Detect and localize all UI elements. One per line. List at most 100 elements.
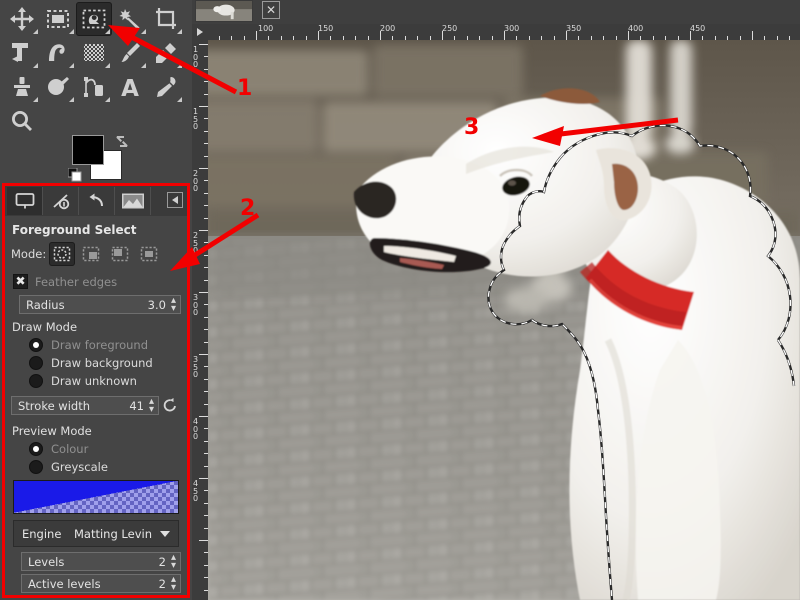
draw-background-label: Draw background [51, 356, 153, 370]
foreground-color-swatch[interactable] [72, 135, 104, 165]
paths-tool[interactable] [76, 70, 112, 104]
preview-colour-radio[interactable] [29, 442, 43, 456]
color-picker-tool[interactable] [148, 70, 184, 104]
color-area [0, 128, 192, 186]
tool-triangle-icon [177, 97, 182, 102]
mode-add-button[interactable] [78, 242, 104, 266]
annotation-number-1: 1 [237, 76, 252, 101]
vertical-ruler[interactable]: 100150200250300350400450 [192, 40, 208, 600]
preview-mode-label: Preview Mode [12, 424, 181, 438]
left-dock: A [0, 0, 192, 600]
tool-triangle-icon [33, 63, 38, 68]
svg-text:A: A [121, 76, 139, 100]
tool-triangle-icon [141, 29, 146, 34]
draw-unknown-label: Draw unknown [51, 374, 137, 388]
draw-foreground-option[interactable]: Draw foreground [29, 338, 181, 352]
draw-foreground-radio[interactable] [29, 338, 43, 352]
draw-mode-label: Draw Mode [12, 320, 181, 334]
stroke-width-stepper-icon[interactable]: ▴▾ [149, 398, 156, 414]
text-tool[interactable]: A [112, 70, 148, 104]
image-tab-bar: ✕ [192, 0, 800, 24]
engine-label: Engine [22, 527, 74, 541]
tool-options-panel: Foreground Select Mode: [2, 183, 190, 598]
draw-background-radio[interactable] [29, 356, 43, 370]
tool-triangle-icon [69, 63, 74, 68]
draw-unknown-radio[interactable] [29, 374, 43, 388]
levels-spinner[interactable]: Levels 2 ▴▾ [21, 552, 181, 571]
active-levels-label: Active levels [28, 577, 159, 591]
preview-greyscale-radio[interactable] [29, 460, 43, 474]
active-levels-stepper-icon[interactable]: ▴▾ [171, 576, 178, 592]
preview-colour-option[interactable]: Colour [29, 442, 181, 456]
image-thumbnail-tab[interactable] [195, 0, 253, 22]
dock-tab-bar [5, 186, 187, 216]
eraser-tool[interactable] [148, 36, 184, 70]
rectangle-select-tool[interactable] [40, 2, 76, 36]
annotation-number-3: 3 [464, 115, 479, 140]
tool-options-title: Foreground Select [11, 220, 181, 242]
undo-history-tab[interactable] [79, 187, 115, 215]
mode-label: Mode: [11, 247, 46, 261]
mode-replace-button[interactable] [49, 242, 75, 266]
radius-stepper-icon[interactable]: ▴▾ [171, 297, 178, 313]
levels-label: Levels [28, 555, 159, 569]
engine-value: Matting Levin [74, 527, 160, 541]
feather-edges-label: Feather edges [35, 275, 117, 289]
gimp-window: A [0, 0, 800, 600]
preview-colour-label: Colour [51, 442, 88, 456]
radius-spinner[interactable]: Radius 3.0 ▴▾ [19, 295, 181, 314]
active-levels-spinner[interactable]: Active levels 2 ▴▾ [21, 574, 181, 593]
mode-intersect-button[interactable] [136, 242, 162, 266]
horizontal-ruler[interactable]: 100150200250300350400450 [208, 24, 800, 40]
move-tool[interactable] [4, 2, 40, 36]
engine-dropdown[interactable]: Engine Matting Levin [13, 520, 179, 547]
tool-triangle-icon [33, 29, 38, 34]
toolbox: A [0, 0, 192, 140]
ruler-origin-icon[interactable] [192, 24, 208, 40]
stroke-width-spinner[interactable]: Stroke width 41 ▴▾ [11, 396, 159, 415]
draw-foreground-label: Draw foreground [51, 338, 148, 352]
tool-triangle-icon [177, 63, 182, 68]
foreground-select-tool[interactable] [76, 2, 112, 36]
radius-label: Radius [26, 298, 148, 312]
tool-triangle-icon [177, 29, 182, 34]
preview-greyscale-label: Greyscale [51, 460, 108, 474]
tool-options-tab[interactable] [7, 187, 43, 215]
dog-photograph[interactable] [208, 40, 800, 600]
feather-edges-row[interactable]: ✖ Feather edges [13, 274, 181, 289]
tool-triangle-icon [105, 29, 110, 34]
draw-unknown-option[interactable]: Draw unknown [29, 374, 181, 388]
selection-mode-row: Mode: [11, 242, 181, 266]
tool-triangle-icon [105, 97, 110, 102]
stroke-width-label: Stroke width [18, 399, 129, 413]
close-icon[interactable]: ✕ [262, 1, 280, 19]
swap-colors-icon[interactable] [114, 134, 130, 150]
chevron-down-icon[interactable] [160, 531, 170, 537]
paintbrush-tool[interactable] [112, 36, 148, 70]
tool-triangle-icon [69, 29, 74, 34]
fuzzy-select-tool[interactable] [112, 2, 148, 36]
preview-greyscale-option[interactable]: Greyscale [29, 460, 181, 474]
images-tab[interactable] [115, 187, 151, 215]
blue-gradient-preview[interactable] [13, 480, 179, 514]
feather-edges-checkbox[interactable]: ✖ [13, 274, 28, 289]
mode-subtract-button[interactable] [107, 242, 133, 266]
active-levels-value: 2 [159, 577, 171, 591]
levels-stepper-icon[interactable]: ▴▾ [171, 554, 178, 570]
unified-transform-tool[interactable] [4, 36, 40, 70]
tool-triangle-icon [33, 97, 38, 102]
tab-menu-icon[interactable] [167, 192, 183, 208]
bucket-fill-tool[interactable] [76, 36, 112, 70]
stroke-width-value: 41 [129, 399, 149, 413]
reset-stroke-icon[interactable] [159, 397, 181, 417]
levels-value: 2 [159, 555, 171, 569]
tool-triangle-icon [141, 63, 146, 68]
device-status-tab[interactable] [43, 187, 79, 215]
smudge-tool[interactable] [40, 70, 76, 104]
draw-background-option[interactable]: Draw background [29, 356, 181, 370]
clone-stamp-tool[interactable] [4, 70, 40, 104]
reset-colors-icon[interactable] [68, 168, 82, 182]
crop-tool[interactable] [148, 2, 184, 36]
radius-value: 3.0 [148, 298, 171, 312]
warp-tool[interactable] [40, 36, 76, 70]
